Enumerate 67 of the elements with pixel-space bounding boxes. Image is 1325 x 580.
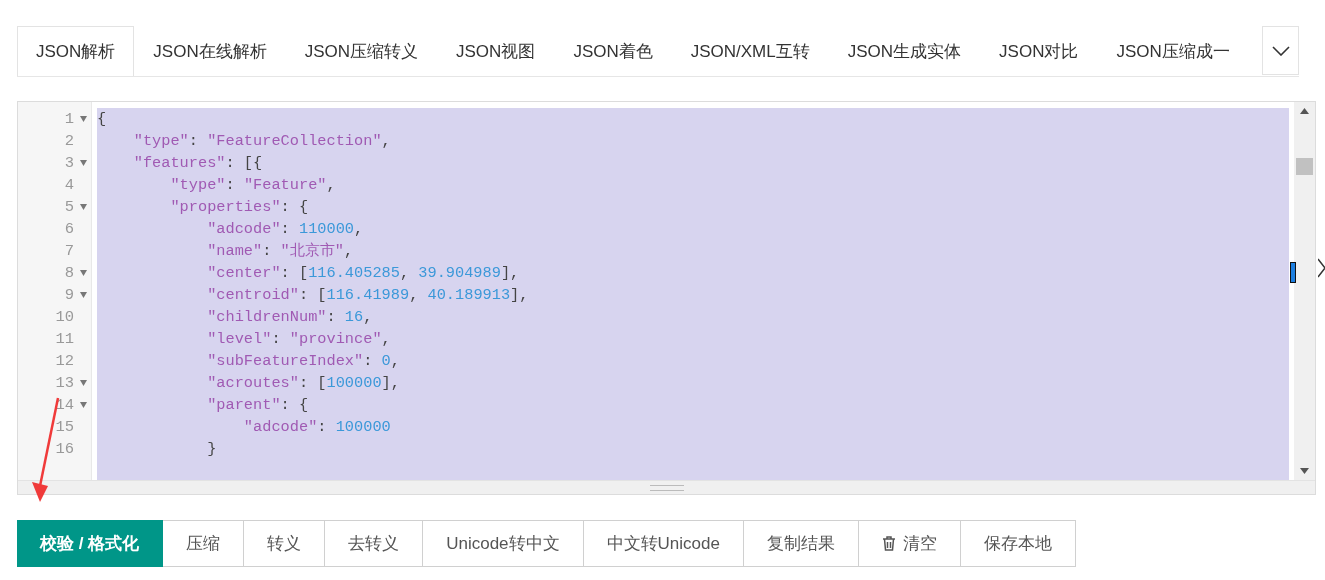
fold-icon[interactable]	[80, 402, 87, 408]
code-line: "adcode": 100000	[242, 417, 392, 438]
tab[interactable]: JSON对比	[980, 26, 1098, 76]
chevron-down-icon	[1271, 45, 1290, 56]
action-button[interactable]: 清空	[858, 520, 961, 567]
code-line: }	[206, 439, 218, 460]
line-number: 1	[64, 110, 74, 128]
action-button[interactable]: Unicode转中文	[423, 520, 584, 567]
scrollbar[interactable]	[1294, 102, 1315, 480]
code-line: "subFeatureIndex": 0,	[206, 351, 401, 372]
code-line: "childrenNum": 16,	[206, 307, 374, 328]
line-number: 15	[55, 418, 74, 436]
action-button[interactable]: 复制结果	[743, 520, 859, 567]
tab[interactable]: JSON压缩转义	[285, 26, 438, 76]
line-number: 14	[55, 396, 74, 414]
line-number: 6	[64, 220, 74, 238]
code-line: "acroutes": [100000],	[206, 373, 401, 394]
line-number: 9	[64, 286, 74, 304]
tab[interactable]: JSON压缩成一	[1097, 26, 1249, 76]
action-button[interactable]: 校验 / 格式化	[17, 520, 164, 567]
line-number: 7	[64, 242, 74, 260]
fold-icon[interactable]	[80, 270, 87, 276]
action-button[interactable]: 去转义	[325, 520, 424, 567]
line-number: 3	[64, 154, 74, 172]
scroll-up-icon[interactable]	[1300, 108, 1309, 114]
scroll-down-icon[interactable]	[1300, 468, 1309, 474]
fold-icon[interactable]	[80, 116, 87, 122]
line-number: 12	[55, 352, 74, 370]
dropdown-button[interactable]	[1262, 26, 1299, 75]
fold-icon[interactable]	[80, 204, 87, 210]
code-line: "level": "province",	[206, 329, 392, 350]
fold-icon[interactable]	[80, 160, 87, 166]
line-number: 4	[64, 176, 74, 194]
scroll-thumb[interactable]	[1296, 158, 1313, 175]
code-line: "properties": {	[169, 197, 310, 218]
tab[interactable]: JSON在线解析	[134, 26, 286, 76]
code-line: "type": "Feature",	[169, 175, 337, 196]
code-line: "features": [{	[132, 153, 264, 174]
fold-icon[interactable]	[80, 292, 87, 298]
line-number: 11	[55, 330, 74, 348]
tab[interactable]: JSON视图	[437, 26, 555, 76]
code-line: "centroid": [116.41989, 40.189913],	[206, 285, 530, 306]
tab[interactable]: JSON/XML互转	[671, 26, 829, 76]
code-line: "name": "北京市",	[206, 241, 355, 262]
line-number: 13	[55, 374, 74, 392]
tab[interactable]: JSON解析	[17, 26, 135, 76]
code-line: "type": "FeatureCollection",	[132, 131, 392, 152]
action-button[interactable]: 转义	[244, 520, 326, 567]
line-number: 2	[64, 132, 74, 150]
code-line: {	[97, 109, 108, 130]
line-number: 8	[64, 264, 74, 282]
resize-handle[interactable]	[18, 480, 1315, 494]
tab[interactable]: JSON生成实体	[828, 26, 981, 76]
fold-icon[interactable]	[80, 380, 87, 386]
cursor-marker	[1290, 262, 1296, 283]
code-line: "center": [116.405285, 39.904989],	[206, 263, 521, 284]
action-button[interactable]: 压缩	[163, 520, 245, 567]
line-number: 5	[64, 198, 74, 216]
chevron-right-icon[interactable]	[1318, 258, 1325, 278]
line-number: 16	[55, 440, 74, 458]
trash-icon	[881, 536, 896, 551]
line-number: 10	[55, 308, 74, 326]
action-button[interactable]: 保存本地	[960, 520, 1076, 567]
code-line: "parent": {	[206, 395, 310, 416]
code-line: "adcode": 110000,	[206, 219, 365, 240]
action-button[interactable]: 中文转Unicode	[583, 520, 744, 567]
tab[interactable]: JSON着色	[554, 26, 672, 76]
